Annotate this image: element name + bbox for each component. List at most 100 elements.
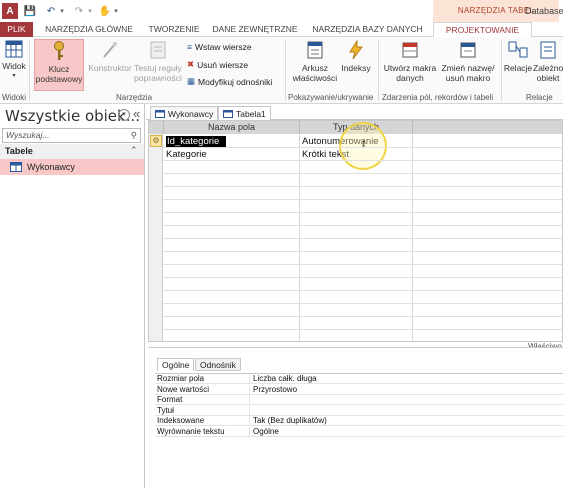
property-value[interactable]: Tak (Bez duplikatów) xyxy=(253,416,327,426)
rename-delete-macro-button[interactable]: Zmień nazwę/ usuń makro xyxy=(439,39,497,83)
row-selector-header xyxy=(149,121,163,134)
relationships-button[interactable]: Relacje xyxy=(503,39,533,73)
primary-key-label-2: podstawowy xyxy=(35,74,83,84)
nav-menu-chevron-icon[interactable]: ▾ xyxy=(118,109,130,121)
prop-tab-general[interactable]: Ogólne xyxy=(157,358,195,371)
row-divider xyxy=(163,173,562,174)
group-divider xyxy=(29,40,30,101)
undo-icon[interactable]: ↶ xyxy=(44,3,58,19)
property-name: Format xyxy=(157,395,183,405)
collapse-pane-icon[interactable]: « xyxy=(133,106,140,121)
key-icon xyxy=(54,41,64,60)
rename-macro-icon xyxy=(460,42,476,58)
row-divider xyxy=(163,251,562,252)
table-icon xyxy=(155,109,165,118)
group-label-relacje: Relacje xyxy=(526,93,553,102)
rename-macro-label-2: usuń makro xyxy=(445,73,491,83)
group-collapse-icon[interactable]: ⌃ xyxy=(130,145,138,156)
property-sheet-label-2: właściwości xyxy=(292,73,338,83)
touch-mode-icon[interactable]: ✋ xyxy=(98,3,112,19)
property-row[interactable]: Wyrównanie tekstu Ogólne xyxy=(155,427,563,437)
object-dependencies-button[interactable]: Zależno obiekt xyxy=(533,39,563,83)
property-divider xyxy=(249,416,250,427)
prop-tab-lookup[interactable]: Odnośnik xyxy=(195,358,241,371)
property-row[interactable]: Nowe wartości Przyrostowo xyxy=(155,384,563,395)
property-divider xyxy=(249,374,250,384)
property-name: Tytuł xyxy=(157,405,174,415)
field-name-cell[interactable]: Kategorie xyxy=(166,149,207,160)
delete-rows-label: Usuń wiersze xyxy=(197,59,249,70)
view-icon xyxy=(5,40,23,58)
row-divider xyxy=(163,316,562,317)
nav-item-wykonawcy[interactable]: Wykonawcy xyxy=(0,159,144,175)
row-divider xyxy=(163,290,562,291)
row-divider xyxy=(163,329,562,330)
group-label-widoki: Widoki xyxy=(2,93,27,102)
indexes-label: Indeksy xyxy=(341,63,371,73)
nav-search-input[interactable]: Wyszukaj... ⚲ xyxy=(2,128,141,143)
row-divider xyxy=(163,303,562,304)
nav-item-label: Wykonawcy xyxy=(27,162,75,172)
row-divider xyxy=(163,199,562,200)
property-grid: Rozmiar pola Liczba całk. długa Nowe warto… xyxy=(155,373,563,437)
redo-dropdown-icon[interactable]: ▾ xyxy=(86,3,94,19)
insert-rows-icon: ≡ xyxy=(187,42,192,52)
view-button[interactable]: Widok ▾ xyxy=(0,39,28,81)
primary-key-button[interactable]: Klucz podstawowy xyxy=(34,39,84,91)
doc-tab-tabela1[interactable]: Tabela1 xyxy=(218,106,271,120)
property-row[interactable]: Rozmiar pola Liczba całk. długa xyxy=(155,374,563,384)
property-sheet-button[interactable]: Arkusz właściwości xyxy=(290,39,340,83)
delete-rows-icon: ✖ xyxy=(187,59,195,69)
rename-macro-label-1: Zmień nazwę/ xyxy=(441,63,495,73)
group-divider xyxy=(378,40,379,101)
nav-group-tables[interactable]: Tabele ⌃ xyxy=(0,144,144,159)
view-label: Widok xyxy=(2,61,26,71)
view-dropdown-icon: ▾ xyxy=(12,73,16,79)
create-data-macros-button[interactable]: Utwórz makra danych xyxy=(382,39,438,83)
table-design-grid[interactable]: Nazwa pola Typ danych ⚙ Id_kategorie Aut… xyxy=(148,120,563,342)
test-rules-icon xyxy=(150,41,166,59)
property-value[interactable]: Liczba całk. długa xyxy=(253,374,317,384)
tab-narzedzia-bazy-danych[interactable]: NARZĘDZIA BAZY DANYCH xyxy=(309,22,426,37)
test-rules-button[interactable]: Testuj reguły poprawności xyxy=(134,39,182,83)
tab-dane-zewnetrzne[interactable]: DANE ZEWNĘTRZNE xyxy=(210,22,300,37)
property-name: Nowe wartości xyxy=(157,384,210,394)
row-divider xyxy=(163,212,562,213)
builder-wand-icon xyxy=(103,42,117,58)
property-divider xyxy=(249,395,250,406)
object-dependencies-label-1: Zależno xyxy=(533,63,563,73)
undo-dropdown-icon[interactable]: ▾ xyxy=(58,3,66,19)
primary-key-row-icon[interactable]: ⚙ xyxy=(150,135,162,147)
insert-rows-label: Wstaw wiersze xyxy=(194,42,252,52)
redo-icon[interactable]: ↷ xyxy=(72,3,86,19)
modify-lookups-button[interactable]: ▦ Modyfikuj odnośniki xyxy=(187,76,272,87)
property-value[interactable]: Ogólne xyxy=(253,427,279,437)
tab-projektowanie[interactable]: PROJEKTOWANIE xyxy=(433,22,532,38)
customize-qat-icon[interactable]: ▾ xyxy=(112,3,120,19)
property-value[interactable]: Przyrostowo xyxy=(253,385,297,395)
doc-tab-label: Tabela1 xyxy=(236,108,266,119)
tab-tworzenie[interactable]: TWORZENIE xyxy=(145,22,203,37)
doc-tab-wykonawcy[interactable]: Wykonawcy xyxy=(150,106,219,120)
property-row[interactable]: Format xyxy=(155,395,563,406)
relationships-label: Relacje xyxy=(503,63,533,73)
table-icon xyxy=(10,162,22,172)
row-divider xyxy=(163,147,562,148)
group-label-pokazywanie: Pokazywanie/ukrywanie xyxy=(288,93,374,102)
delete-rows-button[interactable]: ✖ Usuń wiersze xyxy=(187,59,248,70)
tab-plik[interactable]: PLIK xyxy=(0,22,33,37)
document-tabs: Wykonawcy Tabela1 xyxy=(146,104,563,120)
property-name: Rozmiar pola xyxy=(157,374,205,383)
save-icon[interactable]: 💾 xyxy=(23,3,37,19)
property-row[interactable]: Tytuł xyxy=(155,405,563,416)
builder-button[interactable]: Konstruktor xyxy=(87,39,133,73)
tab-narzedzia-glowne[interactable]: NARZĘDZIA GŁÓWNE xyxy=(40,22,138,37)
modify-lookups-label: Modyfikuj odnośniki xyxy=(198,76,273,87)
field-name-cell-selected[interactable]: Id_kategorie xyxy=(166,136,226,147)
indexes-button[interactable]: Indeksy xyxy=(340,39,372,73)
relationships-icon xyxy=(508,41,528,58)
row-divider xyxy=(163,160,562,161)
property-row[interactable]: Indeksowane Tak (Bez duplikatów) xyxy=(155,416,563,427)
insert-rows-button[interactable]: ≡ Wstaw wiersze xyxy=(187,42,252,52)
row-selector-column xyxy=(149,134,163,341)
